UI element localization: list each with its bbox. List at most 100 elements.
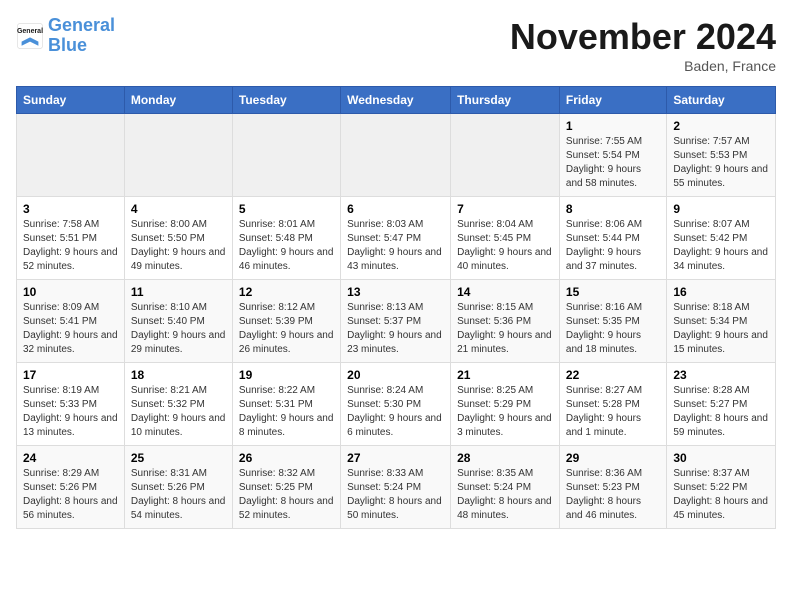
day-number: 24 <box>23 451 118 465</box>
day-info: Sunrise: 8:27 AM Sunset: 5:28 PM Dayligh… <box>566 384 660 440</box>
day-cell: 7 Sunrise: 8:04 AM Sunset: 5:45 PM Daylig… <box>451 197 560 280</box>
day-cell: 26 Sunrise: 8:32 AM Sunset: 5:25 PM Dayli… <box>232 446 340 529</box>
weekday-header-wednesday: Wednesday <box>341 87 451 114</box>
weekday-header-saturday: Saturday <box>667 87 776 114</box>
day-info: Sunrise: 8:19 AM Sunset: 5:33 PM Dayligh… <box>23 384 118 440</box>
day-info: Sunrise: 8:04 AM Sunset: 5:45 PM Dayligh… <box>457 218 553 274</box>
week-row-4: 24 Sunrise: 8:29 AM Sunset: 5:26 PM Dayli… <box>17 446 776 529</box>
day-number: 19 <box>239 368 334 382</box>
day-info: Sunrise: 8:01 AM Sunset: 5:48 PM Dayligh… <box>239 218 334 274</box>
day-cell: 3Sunrise: 7:58 AM Sunset: 5:51 PM Daylig… <box>17 197 125 280</box>
day-number: 14 <box>457 285 553 299</box>
day-cell: 5 Sunrise: 8:01 AM Sunset: 5:48 PM Daylig… <box>232 197 340 280</box>
day-info: Sunrise: 8:18 AM Sunset: 5:34 PM Dayligh… <box>673 301 769 357</box>
day-cell: 16 Sunrise: 8:18 AM Sunset: 5:34 PM Dayli… <box>667 280 776 363</box>
week-row-0: 1Sunrise: 7:55 AM Sunset: 5:54 PM Daylig… <box>17 114 776 197</box>
day-cell: 6 Sunrise: 8:03 AM Sunset: 5:47 PM Daylig… <box>341 197 451 280</box>
day-info: Sunrise: 8:13 AM Sunset: 5:37 PM Dayligh… <box>347 301 444 357</box>
day-number: 23 <box>673 368 769 382</box>
location: Baden, France <box>510 58 776 74</box>
day-number: 8 <box>566 202 660 216</box>
day-info: Sunrise: 8:00 AM Sunset: 5:50 PM Dayligh… <box>131 218 226 274</box>
day-cell: 18 Sunrise: 8:21 AM Sunset: 5:32 PM Dayli… <box>124 363 232 446</box>
day-cell: 29 Sunrise: 8:36 AM Sunset: 5:23 PM Dayli… <box>559 446 666 529</box>
day-cell: 21Sunrise: 8:25 AM Sunset: 5:29 PM Dayli… <box>451 363 560 446</box>
day-info: Sunrise: 8:32 AM Sunset: 5:25 PM Dayligh… <box>239 467 334 523</box>
day-number: 25 <box>131 451 226 465</box>
day-info: Sunrise: 8:28 AM Sunset: 5:27 PM Dayligh… <box>673 384 769 440</box>
day-info: Sunrise: 8:12 AM Sunset: 5:39 PM Dayligh… <box>239 301 334 357</box>
day-cell: 10Sunrise: 8:09 AM Sunset: 5:41 PM Dayli… <box>17 280 125 363</box>
day-info: Sunrise: 8:07 AM Sunset: 5:42 PM Dayligh… <box>673 218 769 274</box>
week-row-1: 3Sunrise: 7:58 AM Sunset: 5:51 PM Daylig… <box>17 197 776 280</box>
weekday-header-thursday: Thursday <box>451 87 560 114</box>
day-info: Sunrise: 8:31 AM Sunset: 5:26 PM Dayligh… <box>131 467 226 523</box>
weekday-header-sunday: Sunday <box>17 87 125 114</box>
day-number: 15 <box>566 285 660 299</box>
day-cell: 14Sunrise: 8:15 AM Sunset: 5:36 PM Dayli… <box>451 280 560 363</box>
calendar-body: 1Sunrise: 7:55 AM Sunset: 5:54 PM Daylig… <box>17 114 776 529</box>
day-info: Sunrise: 8:36 AM Sunset: 5:23 PM Dayligh… <box>566 467 660 523</box>
week-row-3: 17Sunrise: 8:19 AM Sunset: 5:33 PM Dayli… <box>17 363 776 446</box>
day-info: Sunrise: 8:16 AM Sunset: 5:35 PM Dayligh… <box>566 301 660 357</box>
weekday-header-monday: Monday <box>124 87 232 114</box>
day-cell: 8 Sunrise: 8:06 AM Sunset: 5:44 PM Daylig… <box>559 197 666 280</box>
day-info: Sunrise: 8:33 AM Sunset: 5:24 PM Dayligh… <box>347 467 444 523</box>
day-number: 20 <box>347 368 444 382</box>
day-cell: 19 Sunrise: 8:22 AM Sunset: 5:31 PM Dayli… <box>232 363 340 446</box>
day-number: 5 <box>239 202 334 216</box>
header: General GeneralBlue November 2024 Baden,… <box>16 16 776 74</box>
day-info: Sunrise: 8:24 AM Sunset: 5:30 PM Dayligh… <box>347 384 444 440</box>
day-cell: 1Sunrise: 7:55 AM Sunset: 5:54 PM Daylig… <box>559 114 666 197</box>
day-cell: 25 Sunrise: 8:31 AM Sunset: 5:26 PM Dayli… <box>124 446 232 529</box>
day-number: 21 <box>457 368 553 382</box>
day-cell: 15 Sunrise: 8:16 AM Sunset: 5:35 PM Dayli… <box>559 280 666 363</box>
day-cell: 17Sunrise: 8:19 AM Sunset: 5:33 PM Dayli… <box>17 363 125 446</box>
day-number: 22 <box>566 368 660 382</box>
weekday-header-tuesday: Tuesday <box>232 87 340 114</box>
week-row-2: 10Sunrise: 8:09 AM Sunset: 5:41 PM Dayli… <box>17 280 776 363</box>
day-info: Sunrise: 8:37 AM Sunset: 5:22 PM Dayligh… <box>673 467 769 523</box>
day-number: 6 <box>347 202 444 216</box>
day-number: 16 <box>673 285 769 299</box>
day-info: Sunrise: 8:03 AM Sunset: 5:47 PM Dayligh… <box>347 218 444 274</box>
day-info: Sunrise: 8:06 AM Sunset: 5:44 PM Dayligh… <box>566 218 660 274</box>
day-number: 18 <box>131 368 226 382</box>
day-info: Sunrise: 7:57 AM Sunset: 5:53 PM Dayligh… <box>673 135 769 191</box>
day-cell <box>17 114 125 197</box>
day-number: 30 <box>673 451 769 465</box>
day-number: 4 <box>131 202 226 216</box>
day-number: 27 <box>347 451 444 465</box>
day-info: Sunrise: 8:35 AM Sunset: 5:24 PM Dayligh… <box>457 467 553 523</box>
day-info: Sunrise: 7:55 AM Sunset: 5:54 PM Dayligh… <box>566 135 660 191</box>
title-area: November 2024 Baden, France <box>510 16 776 74</box>
day-cell: 24 Sunrise: 8:29 AM Sunset: 5:26 PM Dayli… <box>17 446 125 529</box>
day-info: Sunrise: 8:22 AM Sunset: 5:31 PM Dayligh… <box>239 384 334 440</box>
day-info: Sunrise: 8:21 AM Sunset: 5:32 PM Dayligh… <box>131 384 226 440</box>
day-number: 3 <box>23 202 118 216</box>
day-cell: 27 Sunrise: 8:33 AM Sunset: 5:24 PM Dayli… <box>341 446 451 529</box>
day-cell: 11Sunrise: 8:10 AM Sunset: 5:40 PM Dayli… <box>124 280 232 363</box>
day-cell: 30 Sunrise: 8:37 AM Sunset: 5:22 PM Dayli… <box>667 446 776 529</box>
day-info: Sunrise: 8:09 AM Sunset: 5:41 PM Dayligh… <box>23 301 118 357</box>
day-cell: 13Sunrise: 8:13 AM Sunset: 5:37 PM Dayli… <box>341 280 451 363</box>
day-cell: 28Sunrise: 8:35 AM Sunset: 5:24 PM Dayli… <box>451 446 560 529</box>
weekday-header-friday: Friday <box>559 87 666 114</box>
day-number: 11 <box>131 285 226 299</box>
day-cell: 23 Sunrise: 8:28 AM Sunset: 5:27 PM Dayli… <box>667 363 776 446</box>
weekday-header-row: SundayMondayTuesdayWednesdayThursdayFrid… <box>17 87 776 114</box>
day-cell: 12Sunrise: 8:12 AM Sunset: 5:39 PM Dayli… <box>232 280 340 363</box>
day-cell <box>451 114 560 197</box>
logo-icon: General <box>16 22 44 50</box>
month-title: November 2024 <box>510 16 776 58</box>
day-info: Sunrise: 8:29 AM Sunset: 5:26 PM Dayligh… <box>23 467 118 523</box>
day-number: 7 <box>457 202 553 216</box>
day-number: 29 <box>566 451 660 465</box>
day-cell <box>232 114 340 197</box>
day-cell <box>341 114 451 197</box>
svg-text:General: General <box>17 28 43 35</box>
logo: General GeneralBlue <box>16 16 115 56</box>
day-cell: 20 Sunrise: 8:24 AM Sunset: 5:30 PM Dayli… <box>341 363 451 446</box>
day-number: 26 <box>239 451 334 465</box>
calendar-table: SundayMondayTuesdayWednesdayThursdayFrid… <box>16 86 776 529</box>
